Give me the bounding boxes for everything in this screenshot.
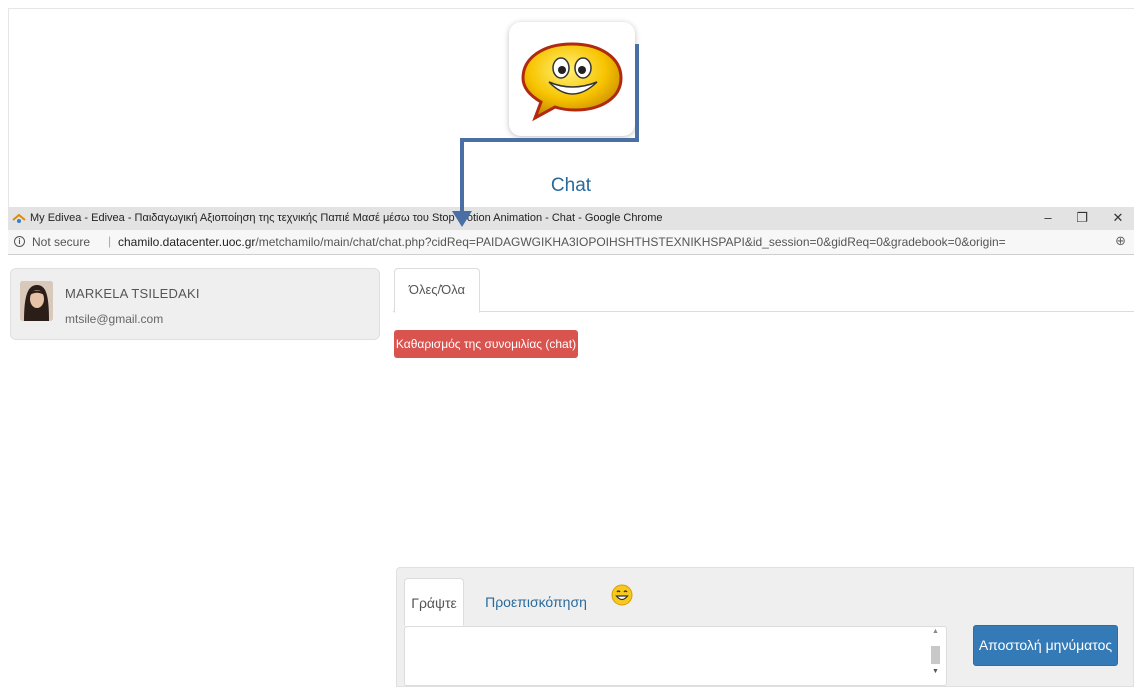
- user-email: mtsile@gmail.com: [65, 312, 164, 326]
- compose-panel: Γράψτε Προεπισκόπηση ▲ ▼ Αποστολή μηνύμα…: [396, 567, 1134, 687]
- send-message-button[interactable]: Αποστολή μηνύματος: [973, 625, 1118, 666]
- zoom-icon[interactable]: ⊕: [1115, 233, 1126, 249]
- browser-title-bar: My Edivea - Edivea - Παιδαγωγική Αξιοποί…: [8, 207, 1134, 230]
- window-title: My Edivea - Edivea - Παιδαγωγική Αξιοποί…: [30, 212, 663, 224]
- scrollbar-thumb[interactable]: [931, 646, 940, 664]
- user-name: MARKELA TSILEDAKI: [65, 286, 200, 301]
- address-separator: |: [108, 234, 112, 248]
- tab-write[interactable]: Γράψτε: [404, 578, 464, 626]
- chat-tool-label[interactable]: Chat: [541, 175, 601, 197]
- minimize-button[interactable]: –: [1036, 209, 1060, 227]
- tab-preview[interactable]: Προεπισκόπηση: [481, 578, 591, 626]
- chat-tab-strip: Όλες/Όλα: [393, 267, 1134, 313]
- site-favicon-icon: [12, 213, 26, 223]
- address-bar[interactable]: i Not secure | chamilo.datacenter.uoc.gr…: [8, 230, 1134, 255]
- tab-all[interactable]: Όλες/Όλα: [394, 268, 480, 313]
- user-card[interactable]: MARKELA TSILEDAKI mtsile@gmail.com: [10, 268, 380, 340]
- url-host: chamilo.datacenter.uoc.gr: [118, 235, 256, 249]
- emoji-icon[interactable]: [611, 584, 633, 606]
- close-button[interactable]: ✕: [1106, 209, 1130, 227]
- chat-smiley-icon: [521, 42, 623, 122]
- message-input[interactable]: [404, 626, 947, 686]
- url-text[interactable]: chamilo.datacenter.uoc.gr/metchamilo/mai…: [118, 235, 1006, 249]
- chat-tool-tile[interactable]: [509, 22, 635, 136]
- url-path: /metchamilo/main/chat/chat.php?cidReq=PA…: [255, 235, 1006, 249]
- security-label[interactable]: Not secure: [32, 235, 90, 249]
- scroll-down-arrow-icon[interactable]: ▼: [932, 668, 939, 675]
- scroll-up-arrow-icon[interactable]: ▲: [932, 628, 939, 635]
- avatar: [20, 281, 53, 321]
- clear-chat-button[interactable]: Καθαρισμός της συνομιλίας (chat): [394, 330, 578, 358]
- restore-button[interactable]: ❐: [1070, 209, 1094, 227]
- info-icon[interactable]: i: [14, 236, 25, 247]
